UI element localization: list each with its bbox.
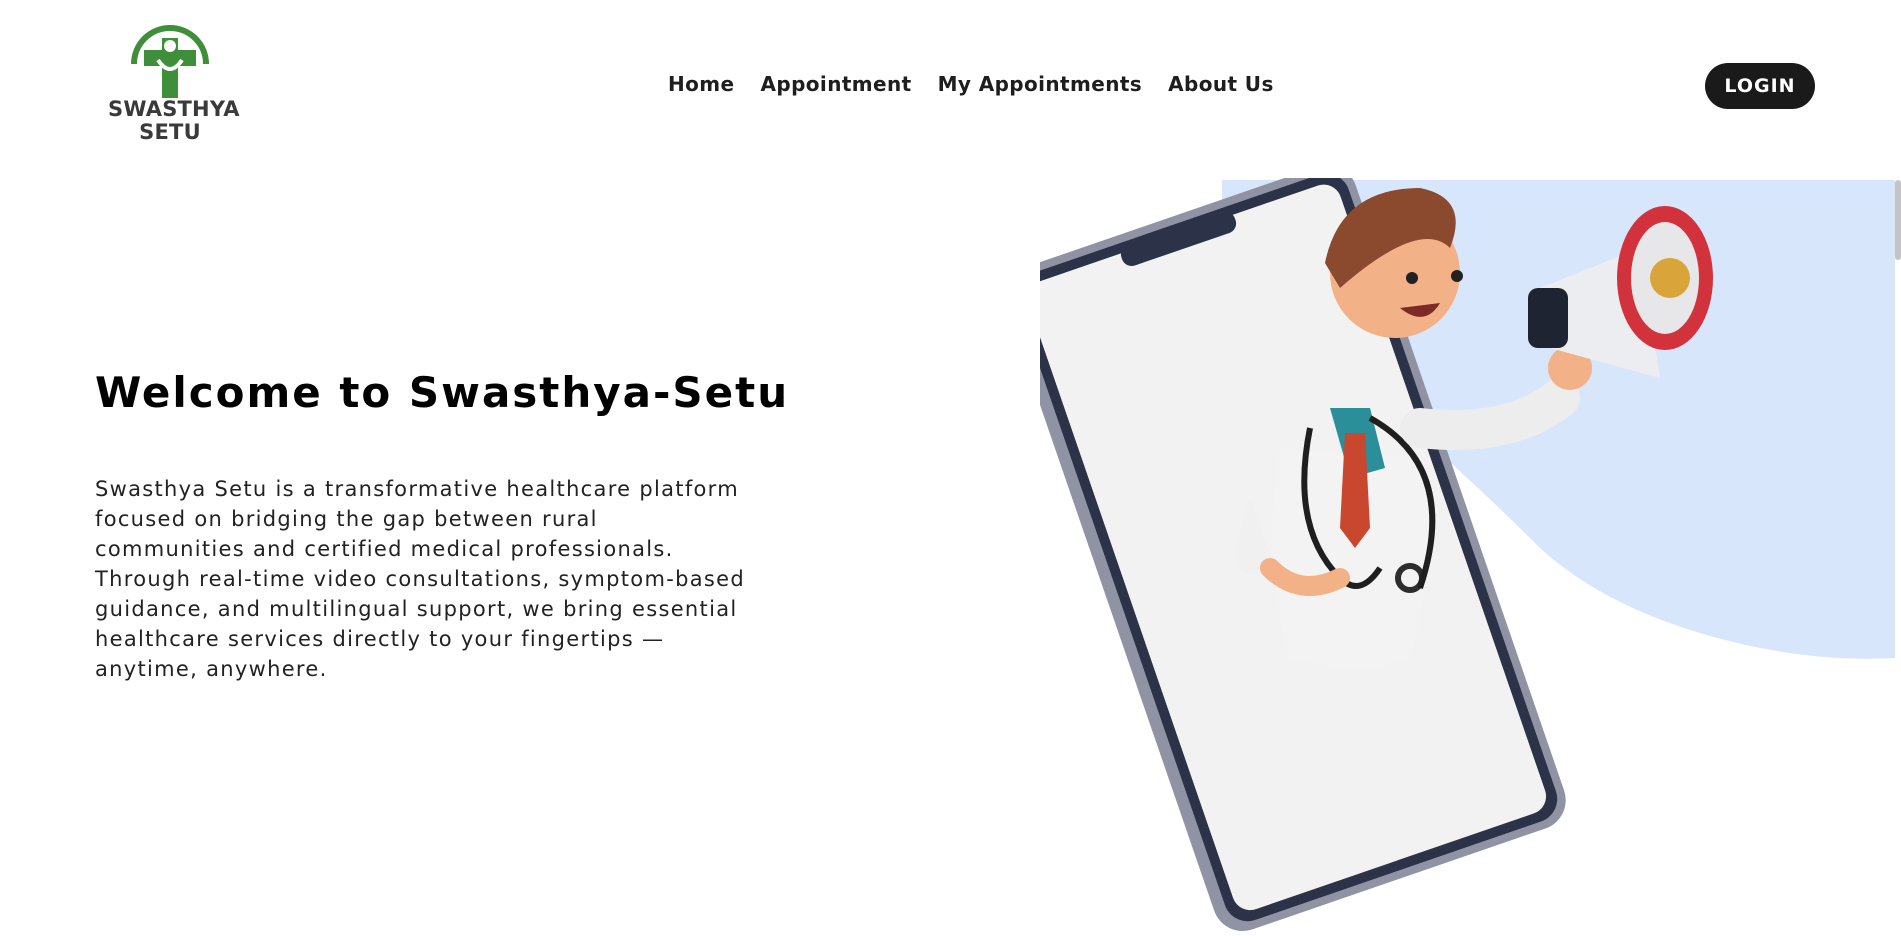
nav-about-us[interactable]: About Us	[1168, 72, 1274, 96]
brand-name: SWASTHYA SETU	[108, 97, 240, 144]
nav-my-appointments[interactable]: My Appointments	[938, 72, 1143, 96]
login-button[interactable]: LOGIN	[1705, 63, 1815, 109]
brand-name-line1: SWASTHYA	[108, 97, 240, 121]
hero-title: Welcome to Swasthya-Setu	[95, 368, 790, 417]
nav-appointment[interactable]: Appointment	[760, 72, 911, 96]
scrollbar-thumb[interactable]	[1895, 180, 1901, 260]
health-cross-icon	[131, 25, 209, 98]
main-nav: Home Appointment My Appointments About U…	[668, 72, 1274, 96]
brand-logo[interactable]: SWASTHYA SETU	[108, 24, 240, 148]
nav-home[interactable]: Home	[668, 72, 734, 96]
hero-description: Swasthya Setu is a transformative health…	[95, 477, 745, 681]
hero-illustration	[1004, 164, 1901, 936]
brand-name-line2: SETU	[139, 120, 201, 144]
